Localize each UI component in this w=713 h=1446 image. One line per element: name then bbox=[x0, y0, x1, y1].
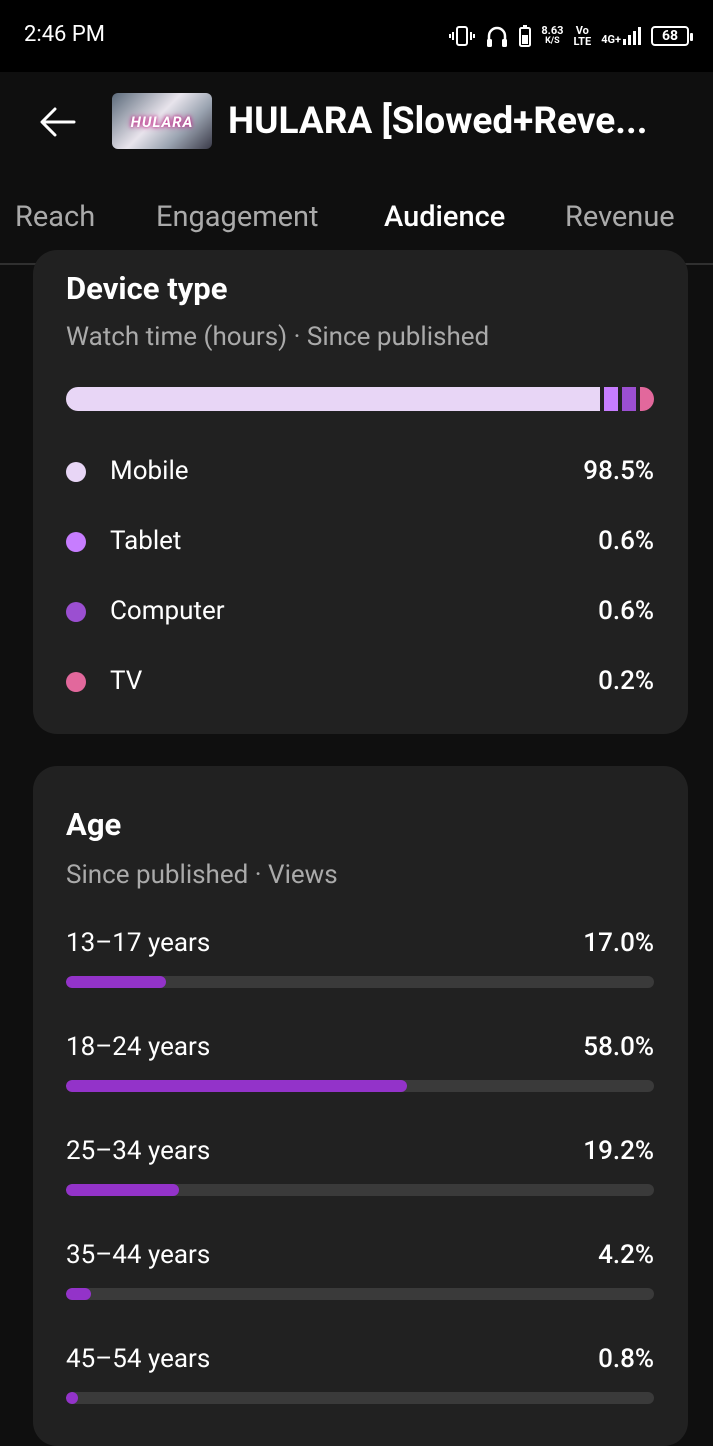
legend-label: Tablet bbox=[110, 526, 182, 556]
age-row: 35–44 years 4.2% bbox=[66, 1240, 654, 1310]
legend-row-tablet: Tablet 0.6% bbox=[66, 522, 654, 562]
age-bar-fill bbox=[66, 1288, 91, 1300]
age-value: 17.0% bbox=[583, 928, 654, 958]
net-speed: 8.63 K/S bbox=[541, 24, 564, 46]
age-bar-track bbox=[66, 1184, 654, 1196]
age-row: 18–24 years 58.0% bbox=[66, 1032, 654, 1102]
status-bar: 2:46 PM 8.63 K/S Vo LTE 4G+ 68 bbox=[0, 0, 713, 72]
legend-dot-computer bbox=[66, 602, 86, 622]
stack-segment-tv bbox=[640, 387, 654, 411]
age-row: 13–17 years 17.0% bbox=[66, 928, 654, 998]
age-bar-track bbox=[66, 1080, 654, 1092]
legend-row-mobile: Mobile 98.5% bbox=[66, 452, 654, 492]
tab-engagement[interactable]: Engagement bbox=[156, 200, 319, 234]
volte-indicator: Vo LTE bbox=[573, 24, 592, 48]
age-row: 45–54 years 0.8% bbox=[66, 1344, 654, 1414]
stack-segment-computer bbox=[622, 387, 636, 411]
battery-icon: 68 bbox=[651, 26, 693, 46]
age-bar-fill bbox=[66, 976, 166, 988]
age-title: Age bbox=[66, 806, 122, 843]
signal-icon bbox=[623, 27, 641, 45]
status-time: 2:46 PM bbox=[24, 22, 105, 47]
network-indicator: 4G+ bbox=[601, 27, 641, 45]
age-value: 4.2% bbox=[598, 1240, 654, 1270]
age-value: 19.2% bbox=[583, 1136, 654, 1166]
legend-value: 0.6% bbox=[598, 596, 654, 626]
legend-label: Mobile bbox=[110, 456, 189, 486]
age-row: 25–34 years 19.2% bbox=[66, 1136, 654, 1206]
age-label: 25–34 years bbox=[66, 1136, 211, 1166]
legend-dot-tv bbox=[66, 672, 86, 692]
legend-value: 0.6% bbox=[598, 526, 654, 556]
legend-row-computer: Computer 0.6% bbox=[66, 592, 654, 632]
thumbnail-text: HULARA bbox=[130, 113, 194, 131]
age-bar-track bbox=[66, 976, 654, 988]
tab-audience[interactable]: Audience bbox=[384, 200, 505, 234]
device-type-card: Device type Watch time (hours) · Since p… bbox=[33, 250, 688, 734]
video-thumbnail: HULARA bbox=[112, 93, 212, 149]
device-type-subtitle: Watch time (hours) · Since published bbox=[66, 322, 490, 352]
age-bar-track bbox=[66, 1392, 654, 1404]
legend-dot-mobile bbox=[66, 462, 86, 482]
age-bar-fill bbox=[66, 1080, 408, 1092]
stack-segment-mobile bbox=[66, 387, 600, 411]
legend-dot-tablet bbox=[66, 532, 86, 552]
legend-value: 98.5% bbox=[583, 456, 654, 486]
device-stacked-bar bbox=[66, 387, 654, 411]
age-bar-fill bbox=[66, 1392, 78, 1404]
age-label: 13–17 years bbox=[66, 928, 211, 958]
vibrate-icon bbox=[449, 26, 476, 46]
battery-saver-icon bbox=[519, 25, 532, 47]
stack-segment-tablet bbox=[604, 387, 618, 411]
arrow-left-icon[interactable] bbox=[36, 100, 80, 144]
legend-row-tv: TV 0.2% bbox=[66, 662, 654, 702]
legend-value: 0.2% bbox=[598, 666, 654, 696]
app-bar: HULARA HULARA [Slowed+Reve... bbox=[0, 72, 713, 172]
age-value: 58.0% bbox=[583, 1032, 654, 1062]
tab-reach[interactable]: Reach bbox=[15, 200, 95, 234]
video-title: HULARA [Slowed+Reve... bbox=[228, 100, 648, 143]
legend-label: TV bbox=[110, 666, 143, 696]
age-bar-track bbox=[66, 1288, 654, 1300]
tab-revenue[interactable]: Revenue bbox=[565, 200, 675, 234]
age-value: 0.8% bbox=[598, 1344, 654, 1374]
legend-label: Computer bbox=[110, 596, 225, 626]
age-bar-fill bbox=[66, 1184, 179, 1196]
device-type-title: Device type bbox=[66, 270, 228, 307]
headphones-icon bbox=[487, 26, 508, 47]
status-icons: 8.63 K/S Vo LTE 4G+ 68 bbox=[449, 20, 693, 52]
age-label: 35–44 years bbox=[66, 1240, 211, 1270]
age-card: Age Since published · Views 13–17 years … bbox=[33, 766, 688, 1446]
age-label: 18–24 years bbox=[66, 1032, 211, 1062]
age-label: 45–54 years bbox=[66, 1344, 211, 1374]
age-subtitle: Since published · Views bbox=[66, 860, 338, 890]
